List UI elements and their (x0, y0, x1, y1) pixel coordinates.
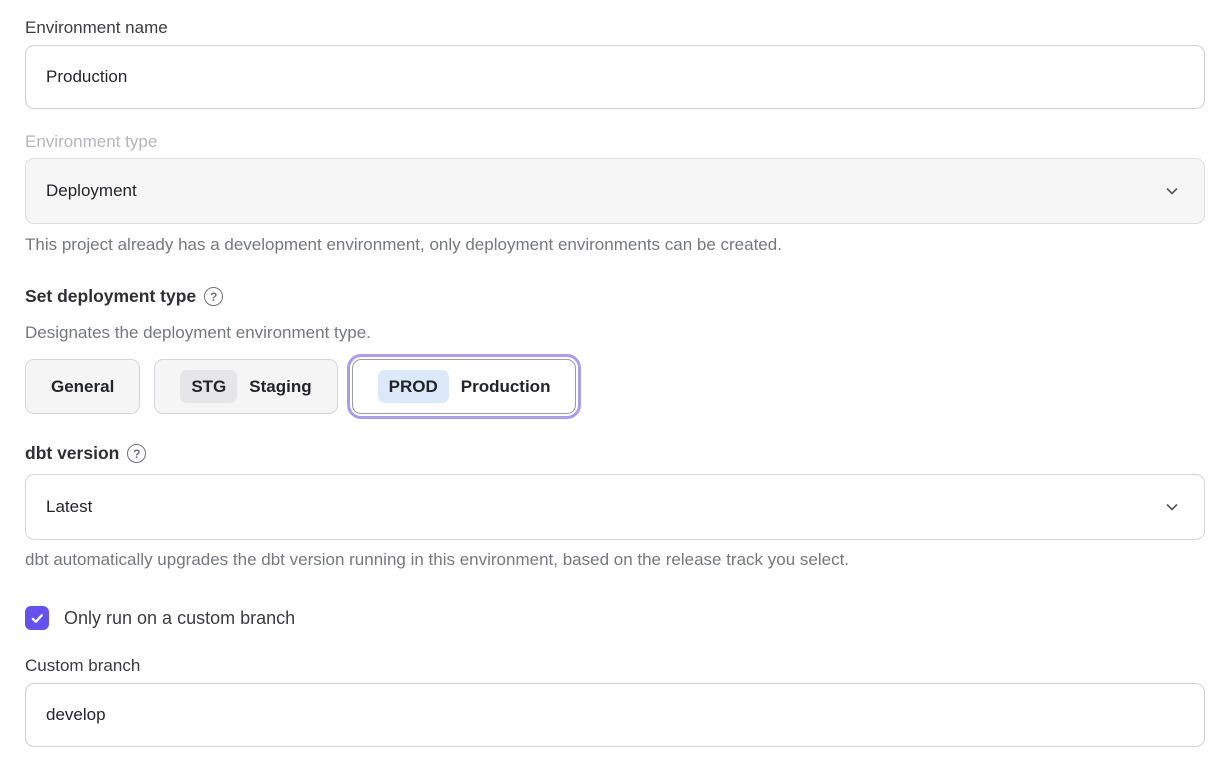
environment-type-select[interactable]: Deployment (25, 158, 1205, 224)
help-icon[interactable]: ? (204, 287, 223, 306)
chevron-down-icon (1164, 499, 1180, 515)
deployment-type-options: General STG Staging PROD Production (25, 359, 1205, 414)
environment-name-input[interactable] (25, 45, 1205, 109)
help-icon[interactable]: ? (127, 444, 146, 463)
staging-badge: STG (180, 370, 237, 403)
deployment-type-general-button[interactable]: General (25, 359, 140, 414)
deployment-type-helper: Designates the deployment environment ty… (25, 323, 1205, 343)
custom-branch-checkbox-label[interactable]: Only run on a custom branch (64, 608, 295, 629)
staging-label: Staging (249, 377, 311, 397)
dbt-version-heading: dbt version ? (25, 443, 1205, 464)
environment-form: Environment name Environment type Deploy… (0, 0, 1228, 747)
deployment-type-staging-button[interactable]: STG Staging (154, 359, 337, 414)
general-label: General (51, 377, 114, 397)
deployment-type-production-button[interactable]: PROD Production (352, 359, 577, 414)
dbt-version-select[interactable]: Latest (25, 474, 1205, 540)
custom-branch-checkbox-row: Only run on a custom branch (25, 606, 1205, 630)
custom-branch-input[interactable] (25, 683, 1205, 747)
production-badge: PROD (378, 370, 449, 403)
environment-name-label: Environment name (25, 18, 1205, 38)
environment-type-helper: This project already has a development e… (25, 235, 1205, 255)
dbt-version-helper: dbt automatically upgrades the dbt versi… (25, 550, 1205, 570)
environment-type-value: Deployment (46, 181, 137, 201)
production-label: Production (461, 377, 551, 397)
check-icon (30, 611, 45, 626)
deployment-type-heading: Set deployment type ? (25, 286, 1205, 307)
environment-type-label: Environment type (25, 132, 1205, 152)
custom-branch-checkbox[interactable] (25, 606, 49, 630)
dbt-version-heading-text: dbt version (25, 443, 119, 464)
deployment-type-heading-text: Set deployment type (25, 286, 196, 307)
custom-branch-label: Custom branch (25, 656, 1205, 676)
dbt-version-value: Latest (46, 497, 92, 517)
chevron-down-icon (1164, 183, 1180, 199)
